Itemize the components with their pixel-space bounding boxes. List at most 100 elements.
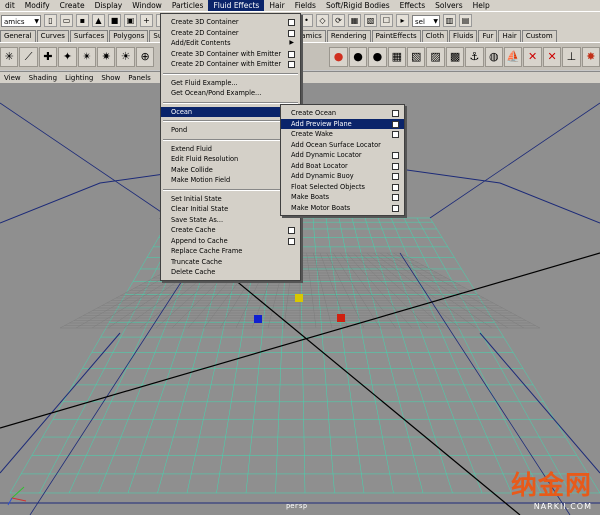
menu-item-add-edit-contents[interactable]: Add/Edit Contents ▶ — [161, 38, 300, 49]
shelf-tab-hair[interactable]: Hair — [498, 30, 521, 42]
option-box-icon[interactable] — [392, 120, 399, 128]
menu-item-append-to-cache[interactable]: Append to Cache — [161, 236, 300, 247]
menuset-dropdown[interactable]: amics ▼ — [1, 14, 41, 27]
save-scene-icon[interactable]: ▪ — [76, 14, 89, 27]
menu-modify[interactable]: Modify — [20, 0, 55, 11]
menu-item-replace-cache-frame[interactable]: Replace Cache Frame — [161, 246, 300, 257]
option-box-icon[interactable] — [392, 152, 399, 159]
panel-menu-lighting[interactable]: Lighting — [61, 74, 97, 82]
tool-settings-icon[interactable]: ▤ — [459, 14, 472, 27]
color-sphere-icon[interactable]: ● — [329, 46, 348, 67]
panel-menu-view[interactable]: View — [0, 74, 25, 82]
render-globals-icon[interactable]: ☐ — [380, 14, 393, 27]
menu-item-create-2d-container[interactable]: Create 2D Container — [161, 28, 300, 39]
menu-display[interactable]: Display — [90, 0, 128, 11]
render-frame-icon[interactable]: ▦ — [348, 14, 361, 27]
panel-menu-panels[interactable]: Panels — [124, 74, 155, 82]
history-icon[interactable]: ⟳ — [332, 14, 345, 27]
ocean-grid-icon[interactable]: ▦ — [387, 46, 407, 67]
menu-item-get-ocean-pond-example[interactable]: Get Ocean/Pond Example... — [161, 88, 300, 99]
menu-item-float-selected-objects[interactable]: Float Selected Objects — [281, 182, 404, 193]
fire-icon[interactable]: ✸ — [581, 46, 600, 67]
menu-fluid-effects[interactable]: Fluid Effects — [208, 0, 265, 11]
shelf-tab-general[interactable]: General — [0, 30, 36, 42]
remove-icon[interactable]: ✕ — [542, 46, 562, 67]
menu-help[interactable]: Help — [468, 0, 495, 11]
new-scene-icon[interactable]: ▯ — [44, 14, 57, 27]
select-component-icon[interactable]: ▣ — [124, 14, 137, 27]
menu-item-create-wake[interactable]: Create Wake — [281, 129, 404, 140]
menu-item-make-motor-boats[interactable]: Make Motor Boats — [281, 203, 404, 214]
boat-locator-icon[interactable]: ⚓ — [465, 46, 484, 67]
motor-boat-icon[interactable]: ⛵ — [504, 46, 523, 67]
menu-item-make-boats[interactable]: Make Boats — [281, 192, 404, 203]
select-hierarchy-icon[interactable]: ▲ — [92, 14, 105, 27]
wake-icon[interactable]: ▨ — [426, 46, 445, 67]
attribute-editor-icon[interactable]: ▥ — [443, 14, 456, 27]
manip-blue-handle[interactable] — [254, 315, 262, 323]
shelf-tab-fluids[interactable]: Fluids — [449, 30, 478, 42]
option-box-icon[interactable] — [392, 183, 399, 191]
input-line-icon[interactable]: ▸ — [396, 14, 409, 27]
option-box-icon[interactable] — [288, 19, 295, 26]
pond-icon[interactable]: ▩ — [445, 46, 465, 67]
select-object-icon[interactable]: ■ — [108, 14, 121, 27]
snap-plane-icon[interactable]: ◇ — [316, 14, 329, 27]
menu-item-create-2d-container-with-emitter[interactable]: Create 2D Container with Emitter — [161, 59, 300, 70]
menu-item-delete-cache[interactable]: Delete Cache — [161, 267, 300, 278]
option-box-icon[interactable] — [288, 237, 295, 245]
truncate-icon[interactable]: ⊥ — [562, 46, 581, 67]
option-box-icon[interactable] — [392, 162, 399, 170]
menu-item-create-cache[interactable]: Create Cache — [161, 225, 300, 236]
option-box-icon[interactable] — [392, 131, 399, 138]
snap-point-icon[interactable]: • — [300, 14, 313, 27]
shelf-tab-rendering[interactable]: Rendering — [326, 30, 371, 42]
menu-item-save-state-as[interactable]: Save State As... — [161, 215, 300, 226]
ocean-plane-icon[interactable]: ▧ — [407, 46, 426, 67]
shelf-tab-cloth[interactable]: Cloth — [421, 30, 449, 42]
open-scene-icon[interactable]: ▭ — [60, 14, 73, 27]
menu-item-create-3d-container[interactable]: Create 3D Container — [161, 17, 300, 28]
menu-item-create-ocean[interactable]: Create Ocean — [281, 108, 404, 119]
menu-item-add-dynamic-locator[interactable]: Add Dynamic Locator — [281, 150, 404, 161]
shelf-tab-fur[interactable]: Fur — [478, 30, 498, 42]
black-sphere-icon[interactable]: ● — [368, 46, 387, 67]
shelf-tab-polygons[interactable]: Polygons — [109, 30, 149, 42]
gravity-icon[interactable]: ⊕ — [135, 46, 155, 67]
particle-tool-icon[interactable]: ✦ — [58, 46, 77, 67]
menu-item-create-3d-container-with-emitter[interactable]: Create 3D Container with Emitter — [161, 49, 300, 60]
menu-create[interactable]: Create — [55, 0, 90, 11]
menu-item-add-ocean-surface-locator[interactable]: Add Ocean Surface Locator — [281, 140, 404, 151]
menu-item-truncate-cache[interactable]: Truncate Cache — [161, 257, 300, 268]
menu-item-add-boat-locator[interactable]: Add Boat Locator — [281, 161, 404, 172]
panel-menu-shading[interactable]: Shading — [25, 74, 61, 82]
menu-item-add-preview-plane[interactable]: Add Preview Plane — [281, 118, 404, 129]
shelf-tab-custom[interactable]: Custom — [521, 30, 557, 42]
sphere-icon[interactable]: ● — [348, 46, 368, 67]
menu-solvers[interactable]: Solvers — [430, 0, 467, 11]
manip-yellow-handle[interactable] — [295, 294, 303, 302]
select-mode-field[interactable]: sel ▼ — [412, 14, 440, 27]
field-icon[interactable]: ✷ — [97, 46, 116, 67]
manip-red-handle[interactable] — [337, 314, 345, 322]
shelf-tab-painteffects[interactable]: PaintEffects — [371, 30, 421, 42]
point-light-icon[interactable]: ✳ — [0, 46, 19, 67]
shelf-tab-surfaces[interactable]: Surfaces — [69, 30, 109, 42]
rigid-body-icon[interactable]: ☀ — [116, 46, 135, 67]
option-box-icon[interactable] — [392, 194, 399, 201]
option-box-icon[interactable] — [392, 204, 399, 212]
menu-effects[interactable]: Effects — [395, 0, 431, 11]
menu-hair[interactable]: Hair — [264, 0, 289, 11]
particle-burst-icon[interactable]: ✴ — [77, 46, 97, 67]
shelf-tab-curves[interactable]: Curves — [36, 30, 69, 42]
option-box-icon[interactable] — [392, 110, 399, 117]
menu-particles[interactable]: Particles — [167, 0, 209, 11]
option-box-icon[interactable] — [288, 61, 295, 68]
option-box-icon[interactable] — [288, 29, 295, 37]
option-box-icon[interactable] — [288, 227, 295, 234]
directional-emitter-icon[interactable]: ⟋ — [19, 46, 38, 67]
menu-fields[interactable]: Fields — [290, 0, 321, 11]
mask-handle-icon[interactable]: + — [140, 14, 153, 27]
menu-dit[interactable]: dit — [0, 0, 20, 11]
menu-soft-rigid-bodies[interactable]: Soft/Rigid Bodies — [321, 0, 395, 11]
